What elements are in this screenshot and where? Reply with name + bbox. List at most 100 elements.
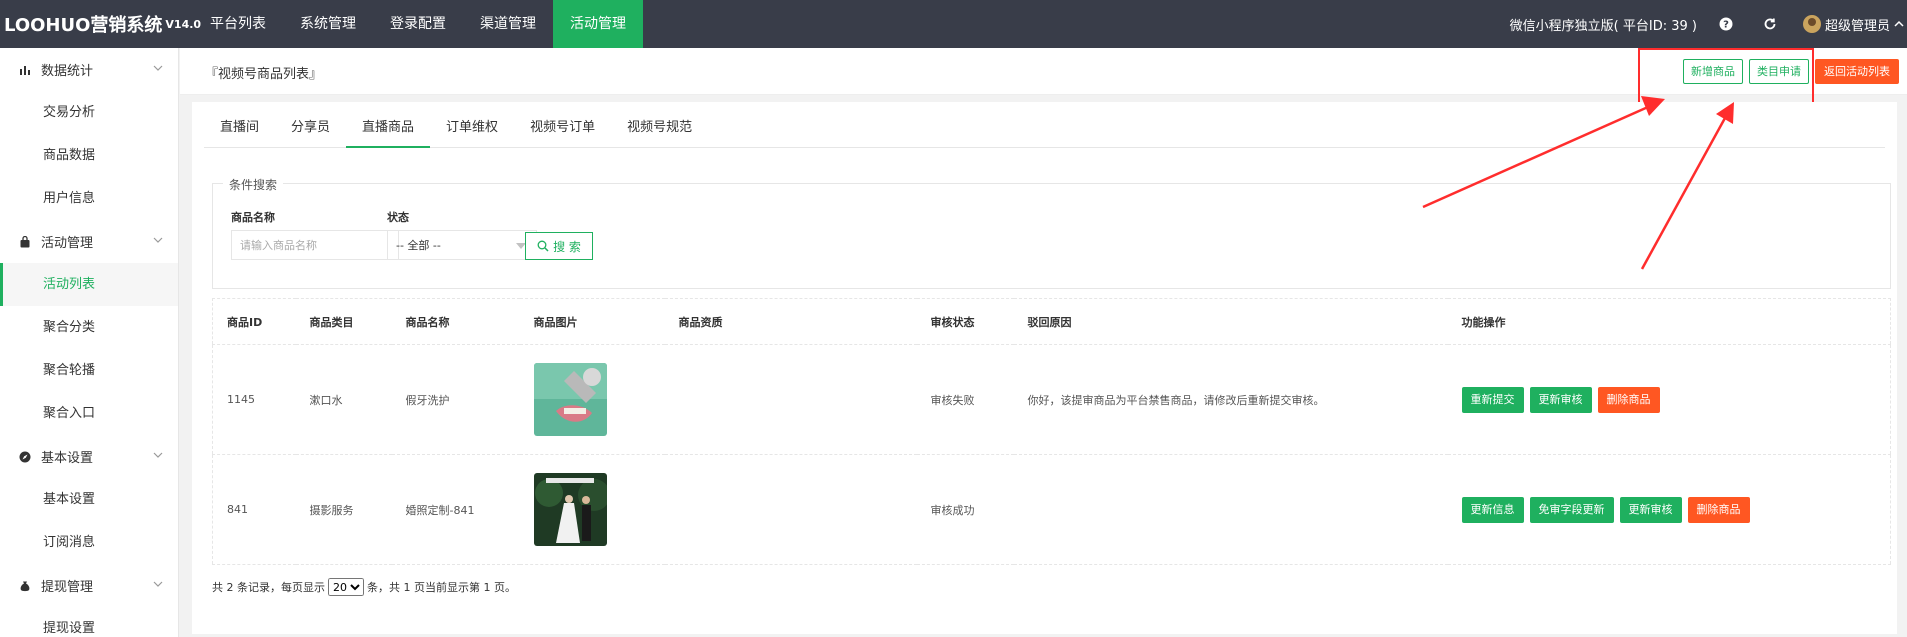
update-audit-button[interactable]: 更新审核 [1619, 496, 1682, 523]
cell-audit-status: 审核成功 [916, 454, 1014, 565]
sidebar-item-withdraw-settings[interactable]: 提现设置 [0, 607, 178, 637]
cell-qualification [664, 344, 917, 455]
category-apply-button[interactable]: 类目申请 [1749, 59, 1809, 84]
col-product-name: 商品名称 [391, 298, 520, 345]
chevron-up-icon [1894, 20, 1904, 27]
resubmit-button[interactable]: 重新提交 [1461, 386, 1524, 413]
cell-product-name: 婚照定制-841 [391, 454, 520, 565]
search-legend: 条件搜索 [223, 176, 284, 193]
sidebar-item-trade-analysis[interactable]: 交易分析 [0, 91, 178, 134]
sidebar-item-activity-list[interactable]: 活动列表 [0, 263, 178, 306]
nav-activity-manage[interactable]: 活动管理 [553, 0, 643, 48]
search-panel: 条件搜索 商品名称 状态 -- 全部 -- 搜 索 [212, 176, 1891, 289]
sidebar-group-activity[interactable]: 活动管理 [0, 220, 178, 263]
sidebar-item-agg-entry[interactable]: 聚合入口 [0, 392, 178, 435]
cell-actions: 重新提交 更新审核 删除商品 [1447, 344, 1891, 455]
delete-product-button[interactable]: 删除商品 [1687, 496, 1750, 523]
nav-platform-list[interactable]: 平台列表 [193, 0, 283, 48]
tab-live-room[interactable]: 直播间 [204, 108, 275, 148]
pager-suffix: 条，共 1 页当前显示第 1 页。 [367, 581, 516, 594]
sidebar-group-withdraw[interactable]: 提现管理 [0, 564, 178, 607]
sidebar-item-subscribe-msg[interactable]: 订阅消息 [0, 521, 178, 564]
sidebar-item-product-data[interactable]: 商品数据 [0, 134, 178, 177]
cell-category: 摄影服务 [295, 454, 392, 565]
tab-sharers[interactable]: 分享员 [275, 108, 346, 148]
admin-name: 超级管理员 [1824, 18, 1890, 34]
col-product-image: 商品图片 [519, 298, 665, 345]
tab-bar: 直播间 分享员 直播商品 订单维权 视频号订单 视频号规范 [204, 108, 1885, 148]
header-actions: 新增商品 类目申请 返回活动列表 [1677, 59, 1899, 84]
table-header-row: 商品ID 商品类目 商品名称 商品图片 商品资质 审核状态 驳回原因 功能操作 [212, 298, 1891, 345]
status-select[interactable]: -- 全部 -- [387, 230, 537, 260]
tab-channel-rules[interactable]: 视频号规范 [611, 108, 708, 148]
status-label: 状态 [387, 211, 409, 224]
cell-product-image [519, 344, 665, 455]
cell-actions: 更新信息 免审字段更新 更新审核 删除商品 [1447, 454, 1891, 565]
pagination: 共 2 条记录，每页显示 20 条，共 1 页当前显示第 1 页。 [212, 578, 516, 596]
exempt-field-update-button[interactable]: 免审字段更新 [1529, 496, 1614, 523]
compass-icon [18, 450, 32, 464]
bag-icon [18, 235, 32, 249]
update-info-button[interactable]: 更新信息 [1461, 496, 1524, 523]
update-audit-button[interactable]: 更新审核 [1529, 386, 1592, 413]
status-select-value: -- 全部 -- [396, 239, 441, 252]
top-nav: 平台列表 系统管理 登录配置 渠道管理 活动管理 [193, 0, 643, 48]
add-product-button[interactable]: 新增商品 [1683, 59, 1743, 84]
app-logo[interactable]: LOOHUO营销系统 V14.0 [0, 0, 201, 48]
wedding-photo-icon[interactable] [533, 473, 607, 546]
sidebar-group-stats[interactable]: 数据统计 [0, 48, 178, 91]
page-header: 『视频号商品列表』 新增商品 类目申请 返回活动列表 [180, 48, 1907, 128]
money-bag-icon [18, 579, 32, 593]
refresh-icon[interactable] [1759, 13, 1781, 35]
delete-product-button[interactable]: 删除商品 [1597, 386, 1660, 413]
nav-system-manage[interactable]: 系统管理 [283, 0, 373, 48]
cell-category: 漱口水 [295, 344, 392, 455]
product-name-input[interactable] [231, 230, 399, 260]
tab-order-rights[interactable]: 订单维权 [430, 108, 514, 148]
cell-audit-status: 审核失败 [916, 344, 1014, 455]
dental-photo-icon[interactable] [533, 363, 607, 436]
page-size-select[interactable]: 20 [328, 578, 364, 596]
col-category: 商品类目 [295, 298, 392, 345]
tab-channel-orders[interactable]: 视频号订单 [514, 108, 611, 148]
bar-chart-icon [18, 63, 32, 77]
nav-channel-manage[interactable]: 渠道管理 [463, 0, 553, 48]
sidebar-item-basic-settings[interactable]: 基本设置 [0, 478, 178, 521]
main-content: 『视频号商品列表』 新增商品 类目申请 返回活动列表 直播间 分享员 直播商品 … [180, 48, 1907, 637]
col-audit-status: 审核状态 [916, 298, 1014, 345]
sidebar-item-agg-category[interactable]: 聚合分类 [0, 306, 178, 349]
product-name-label: 商品名称 [231, 211, 275, 224]
product-table: 商品ID 商品类目 商品名称 商品图片 商品资质 审核状态 驳回原因 功能操作 … [212, 298, 1891, 565]
tab-live-products[interactable]: 直播商品 [346, 108, 431, 148]
platform-info: 微信小程序独立版( 平台ID: 39 ) [1509, 18, 1697, 34]
chevron-down-icon [153, 65, 163, 71]
nav-login-config[interactable]: 登录配置 [373, 0, 463, 48]
cell-reject-reason: 你好，该提审商品为平台禁售商品，请修改后重新提交审核。 [1013, 344, 1448, 455]
cell-product-id: 1145 [212, 344, 296, 455]
pager-prefix: 共 2 条记录，每页显示 [212, 581, 325, 594]
sidebar-item-user-info[interactable]: 用户信息 [0, 177, 178, 220]
chevron-down-icon [153, 237, 163, 243]
search-button[interactable]: 搜 索 [525, 232, 593, 260]
sidebar-group-basic[interactable]: 基本设置 [0, 435, 178, 478]
table-row: 841 摄影服务 婚照定制-841 审核成功 更新信息 免审字段更新 更新审核 … [212, 454, 1891, 565]
logo-text: LOOHUO营销系统 [4, 15, 163, 36]
sidebar-item-agg-carousel[interactable]: 聚合轮播 [0, 349, 178, 392]
table-row: 1145 漱口水 假牙洗护 审核失败 你好，该提审商品为平台禁售商品，请修改后重… [212, 344, 1891, 455]
cell-product-name: 假牙洗护 [391, 344, 520, 455]
col-qualification: 商品资质 [664, 298, 917, 345]
avatar [1802, 15, 1821, 33]
admin-menu[interactable]: 超级管理员 [1802, 15, 1905, 34]
back-to-activity-list-button[interactable]: 返回活动列表 [1815, 59, 1899, 84]
help-icon[interactable]: ? [1715, 13, 1737, 35]
top-right: 微信小程序独立版( 平台ID: 39 ) ? 超级管理员 [1510, 0, 1907, 48]
sidebar: 数据统计 交易分析 商品数据 用户信息 活动管理 活动列表 聚合分类 聚合轮播 … [0, 48, 179, 637]
content-card: 直播间 分享员 直播商品 订单维权 视频号订单 视频号规范 条件搜索 商品名称 … [192, 102, 1897, 634]
chevron-down-icon [153, 452, 163, 458]
top-bar: LOOHUO营销系统 V14.0 平台列表 系统管理 登录配置 渠道管理 活动管理… [0, 0, 1907, 48]
page-title: 『视频号商品列表』 [205, 67, 323, 82]
col-reject-reason: 驳回原因 [1013, 298, 1448, 345]
cell-qualification [664, 454, 917, 565]
chevron-down-icon [153, 581, 163, 587]
search-icon [537, 240, 549, 252]
